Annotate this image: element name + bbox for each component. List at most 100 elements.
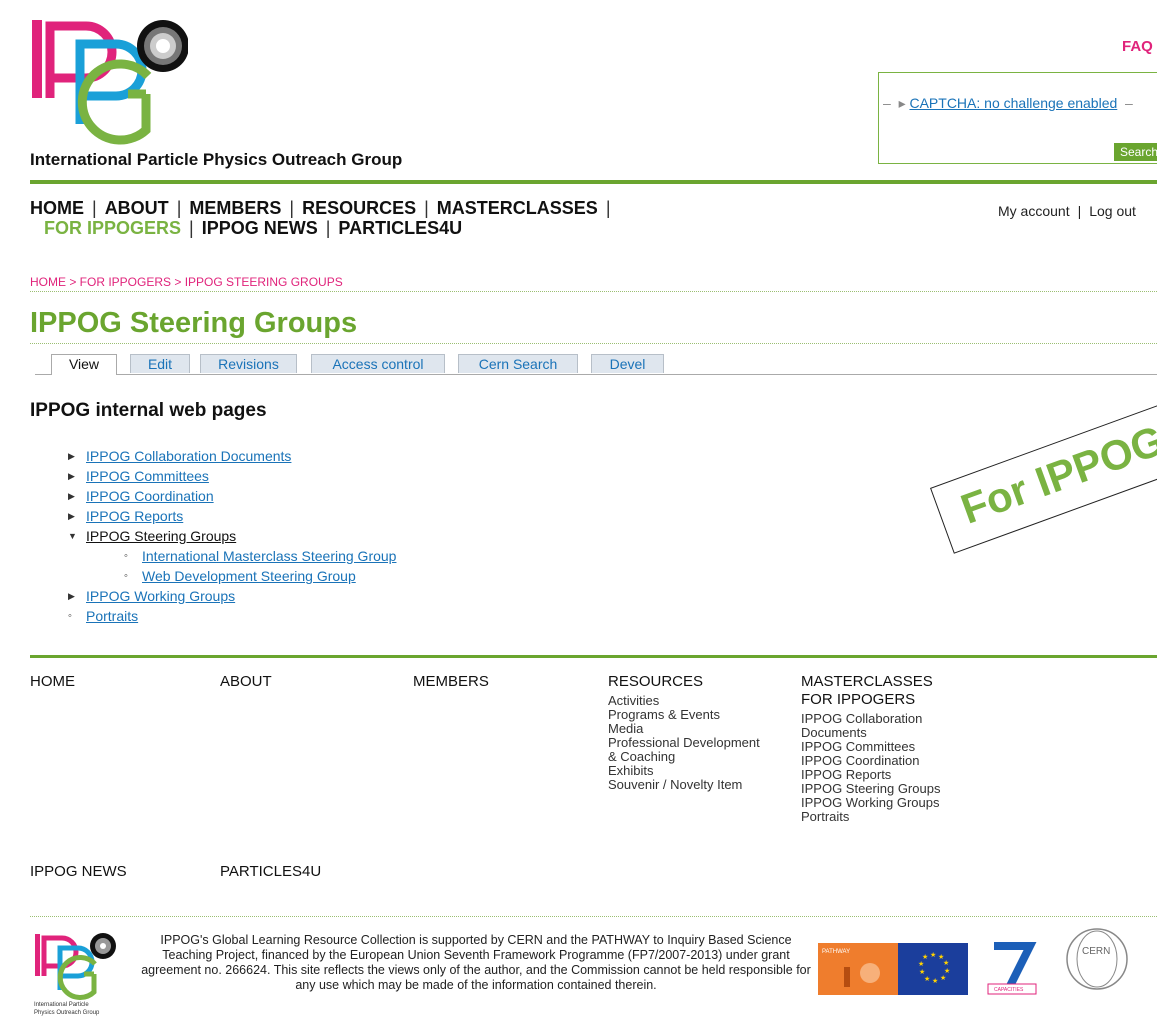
collapsed-arrow-icon[interactable]: ▶ xyxy=(68,486,75,506)
pathway-logo: PATHWAY xyxy=(818,943,898,995)
footer-divider xyxy=(30,655,1157,658)
footer-ippog-news[interactable]: IPPOG NEWS xyxy=(30,863,127,880)
tree-link[interactable]: IPPOG Working Groups xyxy=(86,588,235,604)
tree-link[interactable]: IPPOG Committees xyxy=(86,468,209,484)
footer-link[interactable]: IPPOG Collaboration xyxy=(801,712,940,726)
footer-link[interactable]: IPPOG Reports xyxy=(801,768,940,782)
svg-text:CAPACITIES: CAPACITIES xyxy=(994,987,1024,993)
stamp-text: For IPPOGers xyxy=(954,394,1157,533)
svg-text:★: ★ xyxy=(940,974,946,982)
svg-text:PATHWAY: PATHWAY xyxy=(822,949,850,955)
title-divider xyxy=(30,343,1157,344)
footer-link[interactable]: Media xyxy=(608,722,760,736)
footer-for-ippogers[interactable]: FOR IPPOGERS xyxy=(801,691,940,708)
nav-members[interactable]: MEMBERS xyxy=(189,198,281,218)
nav-separator: | xyxy=(1077,203,1082,219)
dash-icon: – ▸ xyxy=(883,95,906,111)
footer-home[interactable]: HOME xyxy=(30,673,75,690)
nav-home[interactable]: HOME xyxy=(30,198,84,218)
svg-text:★: ★ xyxy=(918,960,924,968)
nav-separator: | xyxy=(189,218,194,238)
footer-link[interactable]: Exhibits xyxy=(608,764,760,778)
svg-text:★: ★ xyxy=(924,975,930,983)
svg-text:Physics Outreach Group: Physics Outreach Group xyxy=(34,1010,100,1016)
my-account-link[interactable]: My account xyxy=(998,203,1070,219)
footer-logo-caption: International Particle xyxy=(34,1002,89,1008)
nav-separator: | xyxy=(289,198,295,218)
footer-link[interactable]: IPPOG Committees xyxy=(801,740,940,754)
svg-text:★: ★ xyxy=(943,959,949,967)
footer-resources-column: RESOURCES Activities Programs & Events M… xyxy=(608,673,760,792)
ippog-logo[interactable] xyxy=(28,16,188,151)
tree-sublink[interactable]: Web Development Steering Group xyxy=(142,568,356,584)
tab-revisions[interactable]: Revisions xyxy=(200,354,297,373)
tree-item: ◦ Portraits xyxy=(68,606,396,626)
nav-for-ippogers[interactable]: FOR IPPOGERS xyxy=(44,218,181,238)
footer-link[interactable]: IPPOG Working Groups xyxy=(801,796,940,810)
logout-link[interactable]: Log out xyxy=(1089,203,1136,219)
tree-link[interactable]: IPPOG Coordination xyxy=(86,488,214,504)
footer-link[interactable]: Documents xyxy=(801,726,940,740)
footer-link[interactable]: & Coaching xyxy=(608,750,760,764)
footer-particles4u[interactable]: PARTICLES4U xyxy=(220,863,321,880)
page-tree: ▶ IPPOG Collaboration Documents ▶ IPPOG Co… xyxy=(68,446,396,626)
nav-masterclasses[interactable]: MASTERCLASSES xyxy=(437,198,598,218)
header-divider xyxy=(30,180,1157,184)
search-button[interactable]: Search xyxy=(1114,143,1157,161)
collapsed-arrow-icon[interactable]: ▶ xyxy=(68,586,75,606)
section-heading: IPPOG internal web pages xyxy=(30,400,267,421)
breadcrumb[interactable]: HOME > FOR IPPOGERS > IPPOG STEERING GRO… xyxy=(30,275,343,289)
nav-about[interactable]: ABOUT xyxy=(105,198,169,218)
search-captcha-box: – ▸ CAPTCHA: no challenge enabled – Sear… xyxy=(878,72,1157,164)
circle-bullet-icon: ◦ xyxy=(124,550,128,562)
svg-text:★: ★ xyxy=(922,953,928,961)
nav-particles4u[interactable]: PARTICLES4U xyxy=(338,218,462,238)
main-nav: HOME | ABOUT | MEMBERS | RESOURCES | MASTERCLASS… xyxy=(30,198,619,238)
footer-link[interactable]: IPPOG Coordination xyxy=(801,754,940,768)
tree-item-current: ▼ IPPOG Steering Groups xyxy=(68,526,396,546)
footer-dotted-divider xyxy=(30,916,1157,917)
faq-link[interactable]: FAQ xyxy=(1122,38,1153,55)
expanded-arrow-icon[interactable]: ▼ xyxy=(68,526,77,546)
tab-access-control[interactable]: Access control xyxy=(311,354,445,373)
tab-view[interactable]: View xyxy=(51,354,117,375)
footer-link[interactable]: Souvenir / Novelty Item xyxy=(608,778,760,792)
tree-link[interactable]: Portraits xyxy=(86,608,138,624)
tree-subitem: ◦ International Masterclass Steering Grou… xyxy=(68,546,396,566)
tree-item: ▶ IPPOG Committees xyxy=(68,466,396,486)
footer-link[interactable]: Portraits xyxy=(801,810,940,824)
tree-link[interactable]: IPPOG Collaboration Documents xyxy=(86,448,291,464)
captcha-link[interactable]: CAPTCHA: no challenge enabled xyxy=(909,95,1117,111)
tree-item: ▶ IPPOG Reports xyxy=(68,506,396,526)
footer-link[interactable]: Professional Development xyxy=(608,736,760,750)
footer-link[interactable]: IPPOG Steering Groups xyxy=(801,782,940,796)
svg-text:★: ★ xyxy=(919,968,925,976)
tree-subitem: ◦ Web Development Steering Group xyxy=(68,566,396,586)
tab-cern-search[interactable]: Cern Search xyxy=(458,354,578,373)
page-tabs: View Edit Revisions Access control Cern … xyxy=(35,354,1157,375)
collapsed-arrow-icon[interactable]: ▶ xyxy=(68,506,75,526)
nav-separator: | xyxy=(605,198,611,218)
nav-ippog-news[interactable]: IPPOG NEWS xyxy=(202,218,318,238)
footer-resources[interactable]: RESOURCES xyxy=(608,673,760,690)
main-nav-row-1: HOME | ABOUT | MEMBERS | RESOURCES | MASTERCLASS… xyxy=(30,198,619,218)
tab-devel[interactable]: Devel xyxy=(591,354,664,373)
page-title: IPPOG Steering Groups xyxy=(30,307,358,339)
footer-link[interactable]: Programs & Events xyxy=(608,708,760,722)
logo-i-bar xyxy=(32,20,42,98)
tree-link[interactable]: IPPOG Reports xyxy=(86,508,183,524)
nav-resources[interactable]: RESOURCES xyxy=(302,198,416,218)
collapsed-arrow-icon[interactable]: ▶ xyxy=(68,446,75,466)
footer-members[interactable]: MEMBERS xyxy=(413,673,489,690)
nav-separator: | xyxy=(424,198,429,218)
tree-sublink[interactable]: International Masterclass Steering Group xyxy=(142,548,396,564)
site-name: International Particle Physics Outreach … xyxy=(30,150,403,169)
svg-text:★: ★ xyxy=(930,951,936,959)
footer-about[interactable]: ABOUT xyxy=(220,673,272,690)
footer-link[interactable]: Activities xyxy=(608,694,760,708)
footer-masterclasses[interactable]: MASTERCLASSES xyxy=(801,673,940,690)
tree-current-label[interactable]: IPPOG Steering Groups xyxy=(86,528,236,544)
main-nav-row-2: FOR IPPOGERS | IPPOG NEWS | PARTICLES4U xyxy=(30,218,619,238)
tab-edit[interactable]: Edit xyxy=(130,354,190,373)
collapsed-arrow-icon[interactable]: ▶ xyxy=(68,466,75,486)
